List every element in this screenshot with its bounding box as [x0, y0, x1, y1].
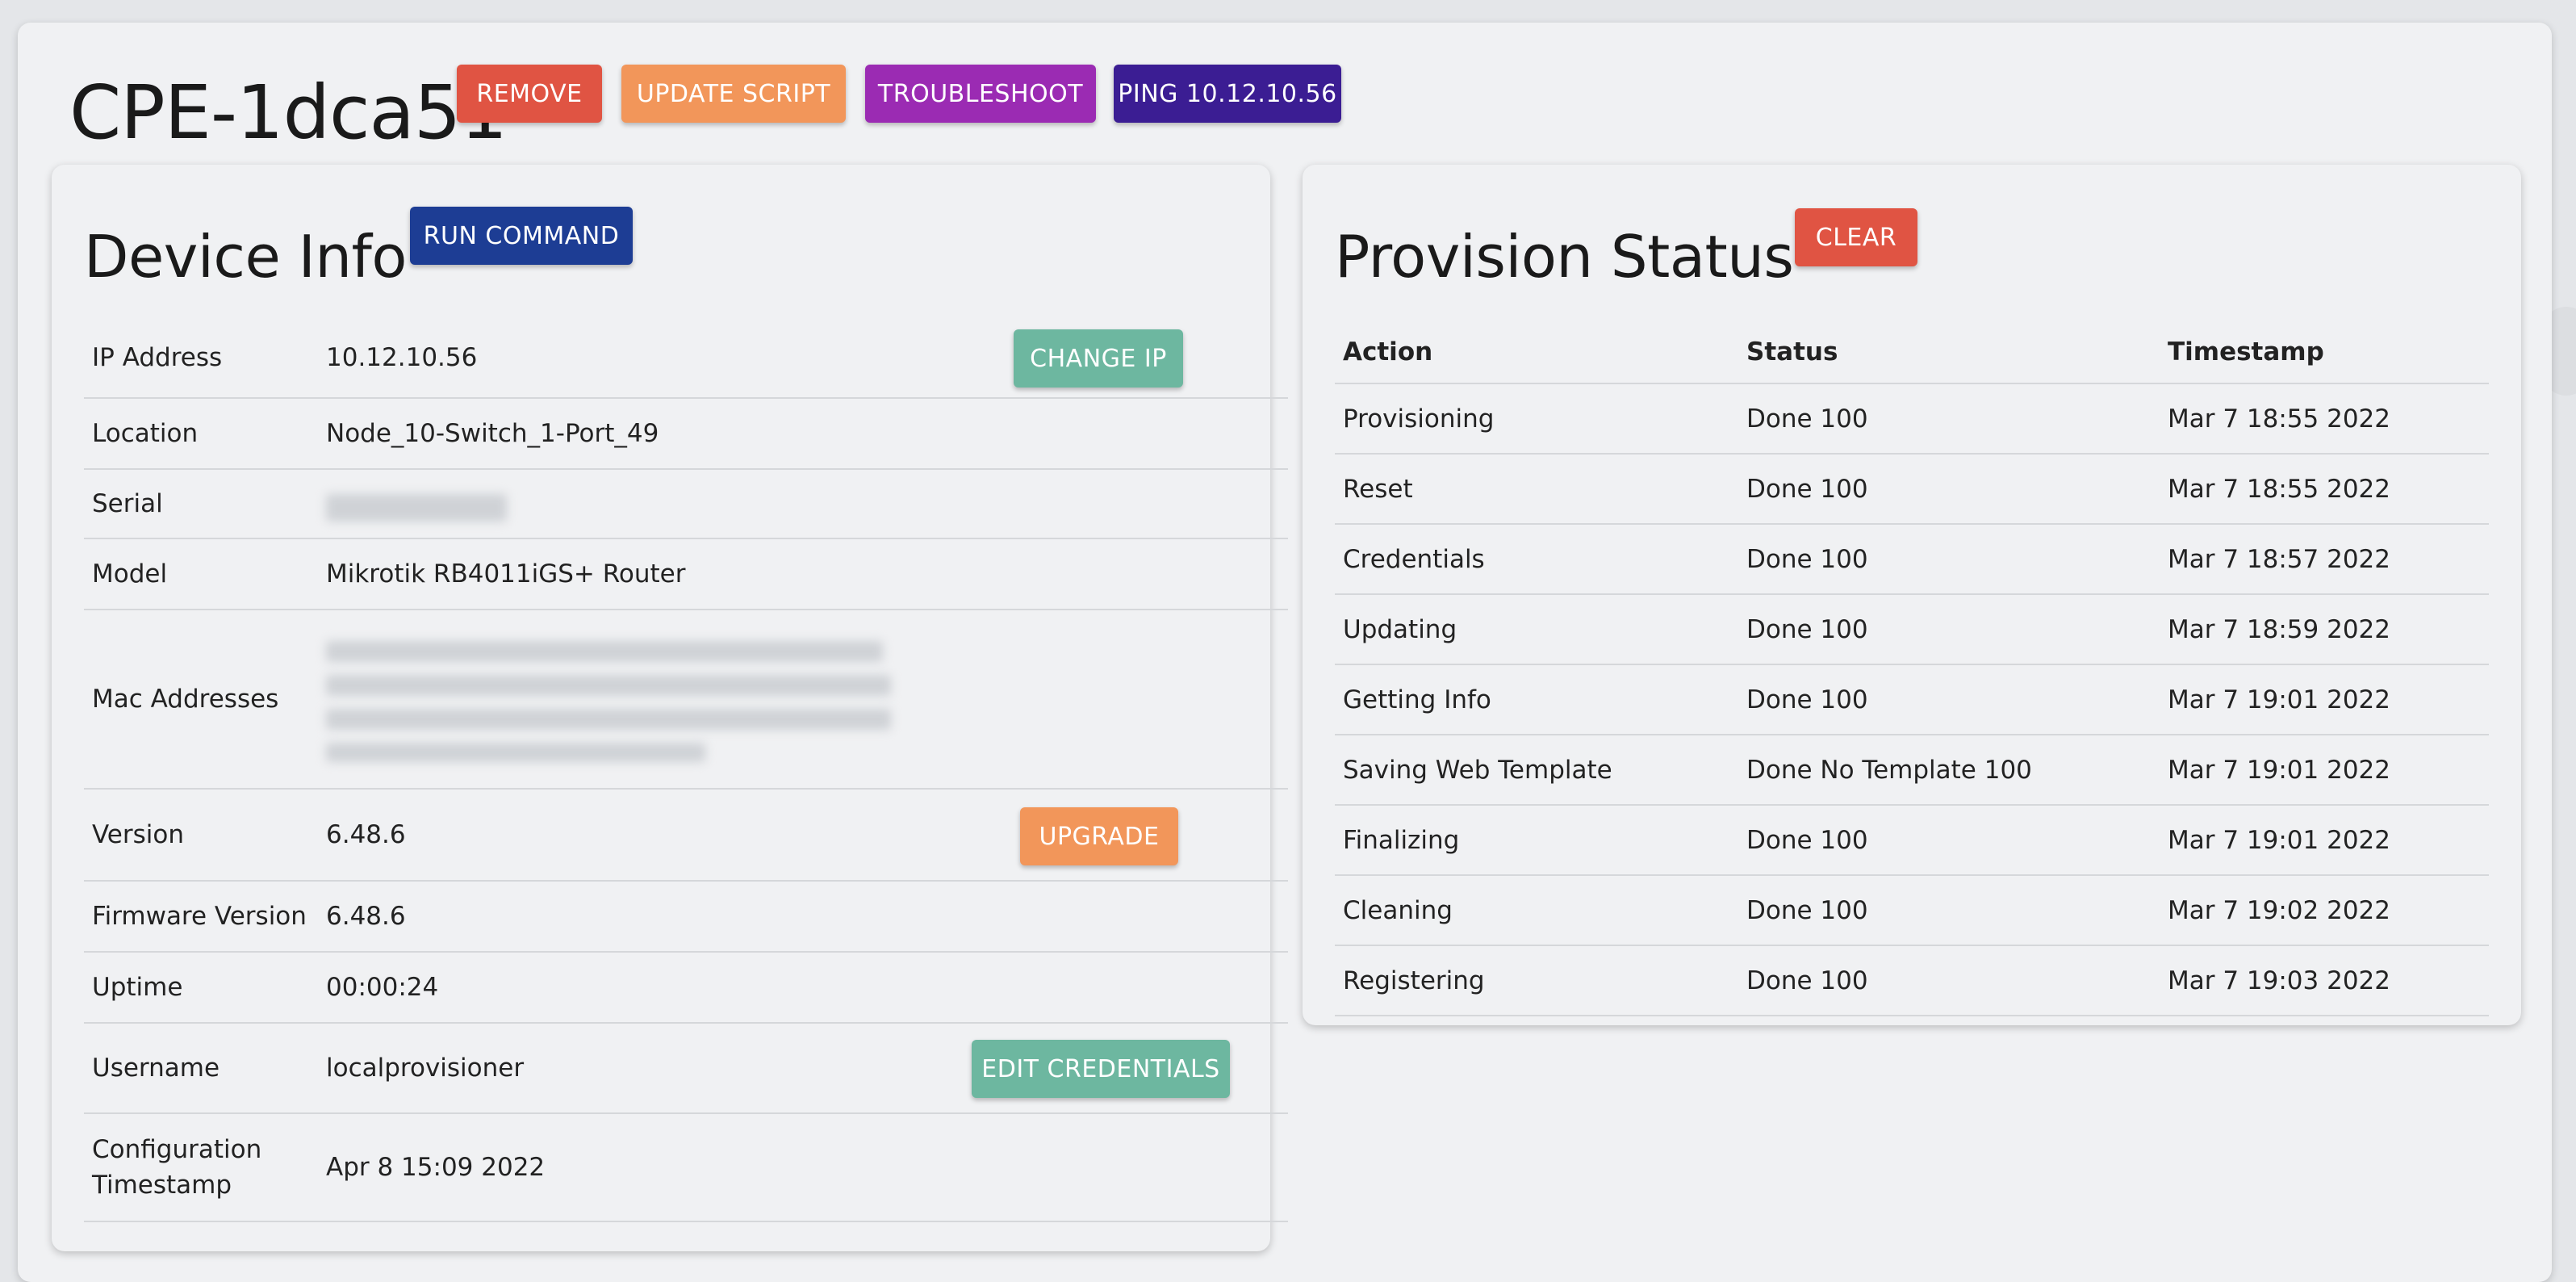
configuration-timestamp-label-line1: Configuration: [92, 1135, 262, 1164]
cell-status: Done 100: [1746, 685, 1868, 714]
column-header-timestamp: Timestamp: [2168, 337, 2324, 367]
cell-action: Reset: [1343, 474, 1413, 504]
serial-label: Serial: [92, 489, 163, 518]
cell-status: Done 100: [1746, 895, 1868, 925]
table-row: Finalizing Done 100 Mar 7 19:01 2022: [1335, 806, 2489, 876]
uptime-label: Uptime: [92, 973, 183, 1002]
serial-redacted-value: [326, 494, 507, 522]
cell-timestamp: Mar 7 18:59 2022: [2168, 614, 2391, 644]
cell-status: Done 100: [1746, 544, 1868, 574]
device-info-title: Device Info: [84, 223, 407, 291]
cell-action: Registering: [1343, 966, 1485, 995]
configuration-timestamp-label: Configuration Timestamp: [92, 1132, 261, 1203]
provision-status-card: Provision Status CLEAR Action Status Tim…: [1303, 165, 2521, 1025]
change-ip-button[interactable]: CHANGE IP: [1014, 329, 1183, 388]
device-info-card: Device Info RUN COMMAND IP Address 10.12…: [52, 165, 1288, 1251]
location-value: Node_10-Switch_1-Port_49: [326, 419, 659, 448]
mac-addresses-label: Mac Addresses: [92, 685, 279, 714]
configuration-timestamp-label-line2: Timestamp: [92, 1171, 232, 1200]
cell-timestamp: Mar 7 19:01 2022: [2168, 825, 2391, 855]
cell-status: Done 100: [1746, 614, 1868, 644]
cell-action: Provisioning: [1343, 404, 1495, 434]
ip-address-value: 10.12.10.56: [326, 343, 478, 372]
table-row: Registering Done 100 Mar 7 19:03 2022: [1335, 946, 2489, 1016]
firmware-version-value: 6.48.6: [326, 902, 406, 931]
table-row: Cleaning Done 100 Mar 7 19:02 2022: [1335, 876, 2489, 946]
device-page-container: CPE-1dca51 REMOVE UPDATE SCRIPT TROUBLES…: [18, 23, 2552, 1282]
ip-address-row: IP Address 10.12.10.56 CHANGE IP: [84, 318, 1288, 399]
cell-status: Done No Template 100: [1746, 755, 2032, 785]
cell-timestamp: Mar 7 19:01 2022: [2168, 755, 2391, 785]
cell-timestamp: Mar 7 19:03 2022: [2168, 966, 2391, 995]
ping-button[interactable]: PING 10.12.10.56: [1114, 65, 1341, 123]
column-header-action: Action: [1343, 337, 1433, 367]
table-row: Getting Info Done 100 Mar 7 19:01 2022: [1335, 665, 2489, 735]
cell-status: Done 100: [1746, 825, 1868, 855]
cell-action: Updating: [1343, 614, 1457, 644]
table-row: Saving Web Template Done No Template 100 M…: [1335, 735, 2489, 806]
cell-timestamp: Mar 7 18:55 2022: [2168, 404, 2391, 434]
cell-timestamp: Mar 7 18:57 2022: [2168, 544, 2391, 574]
mac-address-redacted-2: [326, 675, 891, 696]
cell-action: Credentials: [1343, 544, 1485, 574]
cell-timestamp: Mar 7 18:55 2022: [2168, 474, 2391, 504]
mac-address-redacted-4: [326, 743, 705, 762]
provision-status-title: Provision Status: [1335, 223, 1794, 291]
troubleshoot-button[interactable]: TROUBLESHOOT: [865, 65, 1096, 123]
configuration-timestamp-row: Configuration Timestamp Apr 8 15:09 2022: [84, 1114, 1288, 1222]
configuration-timestamp-value: Apr 8 15:09 2022: [326, 1153, 546, 1182]
serial-row: Serial: [84, 470, 1288, 539]
update-script-button[interactable]: UPDATE SCRIPT: [621, 65, 846, 123]
uptime-row: Uptime 00:00:24: [84, 953, 1288, 1024]
remove-button[interactable]: REMOVE: [457, 65, 602, 123]
cell-action: Cleaning: [1343, 895, 1453, 925]
username-row: Username localprovisioner EDIT CREDENTIA…: [84, 1024, 1288, 1114]
table-row: Provisioning Done 100 Mar 7 18:55 2022: [1335, 384, 2489, 455]
run-command-button[interactable]: RUN COMMAND: [410, 207, 633, 265]
cell-status: Done 100: [1746, 474, 1868, 504]
firmware-version-label: Firmware Version: [92, 902, 307, 931]
edit-credentials-button[interactable]: EDIT CREDENTIALS: [972, 1040, 1230, 1098]
mac-addresses-row: Mac Addresses: [84, 610, 1288, 790]
table-row: Reset Done 100 Mar 7 18:55 2022: [1335, 455, 2489, 525]
model-label: Model: [92, 559, 168, 589]
version-row: Version 6.48.6 UPGRADE: [84, 790, 1288, 882]
cell-action: Finalizing: [1343, 825, 1460, 855]
cell-status: Done 100: [1746, 966, 1868, 995]
provision-table-header: Action Status Timestamp: [1335, 323, 2489, 384]
mac-address-redacted-1: [326, 641, 883, 662]
location-row: Location Node_10-Switch_1-Port_49: [84, 399, 1288, 470]
version-label: Version: [92, 820, 184, 849]
table-row: Updating Done 100 Mar 7 18:59 2022: [1335, 595, 2489, 665]
username-label: Username: [92, 1054, 220, 1083]
clear-button[interactable]: CLEAR: [1795, 208, 1917, 266]
location-label: Location: [92, 419, 199, 448]
cell-timestamp: Mar 7 19:02 2022: [2168, 895, 2391, 925]
page-title: CPE-1dca51: [69, 69, 508, 156]
mac-address-redacted-3: [326, 709, 891, 730]
upgrade-button[interactable]: UPGRADE: [1020, 807, 1178, 865]
username-value: localprovisioner: [326, 1054, 525, 1083]
model-row: Model Mikrotik RB4011iGS+ Router: [84, 539, 1288, 610]
cell-timestamp: Mar 7 19:01 2022: [2168, 685, 2391, 714]
cell-action: Getting Info: [1343, 685, 1491, 714]
table-row: Credentials Done 100 Mar 7 18:57 2022: [1335, 525, 2489, 595]
version-value: 6.48.6: [326, 820, 406, 849]
uptime-value: 00:00:24: [326, 973, 439, 1002]
ip-address-label: IP Address: [92, 343, 223, 372]
cell-action: Saving Web Template: [1343, 755, 1612, 785]
firmware-version-row: Firmware Version 6.48.6: [84, 882, 1288, 953]
model-value: Mikrotik RB4011iGS+ Router: [326, 559, 686, 589]
cell-status: Done 100: [1746, 404, 1868, 434]
column-header-status: Status: [1746, 337, 1838, 367]
